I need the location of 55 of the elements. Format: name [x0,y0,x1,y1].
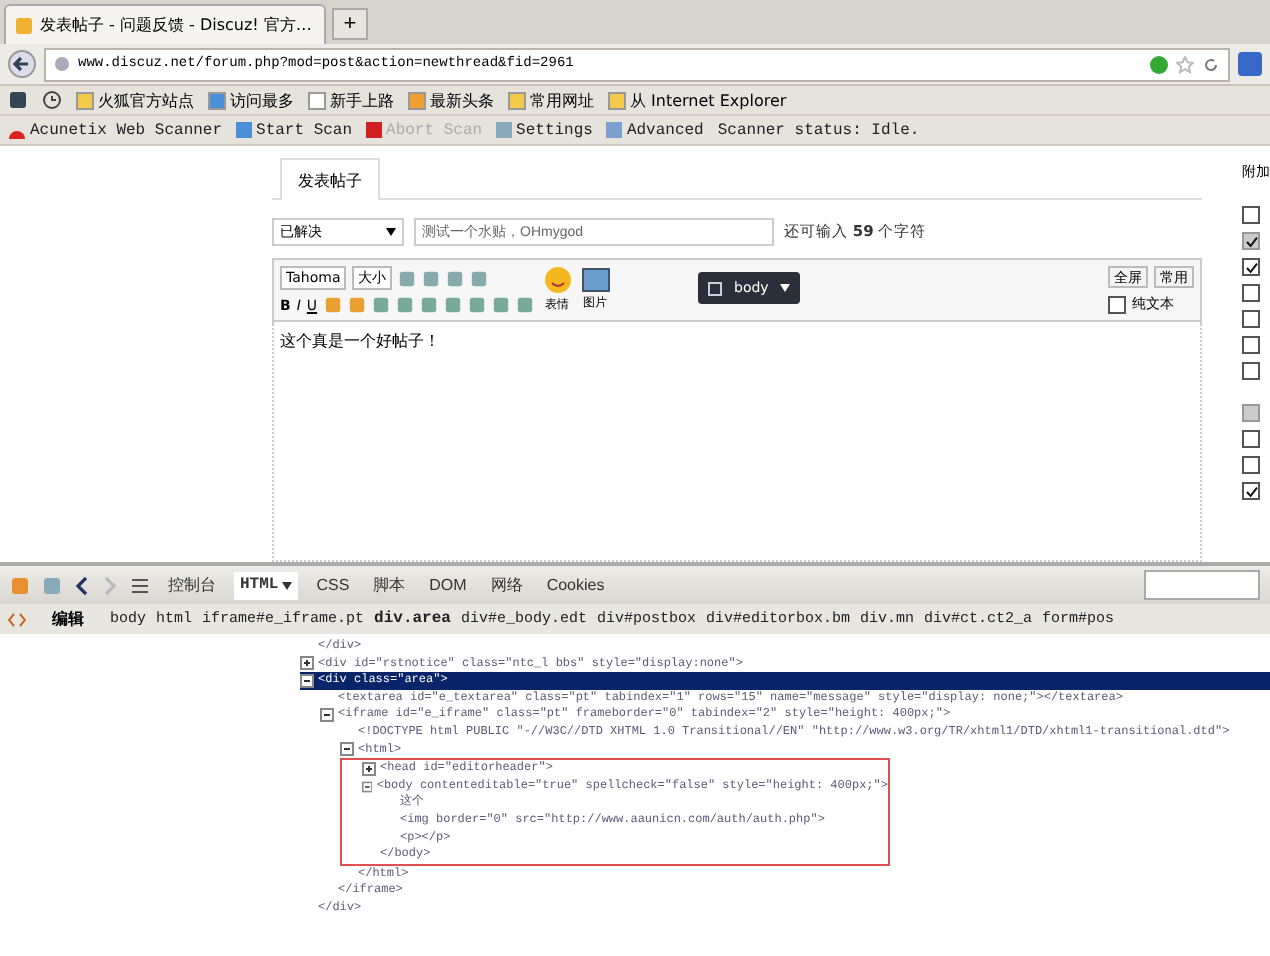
code-icon[interactable] [8,611,26,627]
bookmark-item[interactable]: 从 Internet Explorer [608,89,787,111]
collapse-icon[interactable] [320,708,334,723]
breadcrumb-item[interactable]: div.area [374,610,451,628]
devtools-tab[interactable]: CSS [310,571,356,599]
option-checkbox[interactable] [1242,336,1260,354]
bookmark-item[interactable]: 最新头条 [408,89,494,111]
checkmark-icon [1245,261,1257,273]
scanner-button[interactable]: Settings [496,121,593,139]
search-field[interactable] [1144,570,1260,600]
collapse-icon[interactable] [362,779,373,794]
clock-icon[interactable] [42,90,62,110]
edit-button[interactable]: 编辑 [36,608,100,630]
collapse-icon[interactable] [300,673,314,688]
back-icon[interactable] [74,575,90,595]
option-checkbox[interactable] [1242,310,1260,328]
devtools-tab[interactable]: 网络 [484,571,529,599]
bookmark-item[interactable]: 火狐官方站点 [76,89,194,111]
devtools-tab[interactable]: DOM [423,571,473,599]
browser-tab[interactable]: 发表帖子 - 问题反馈 - Discuz! 官方… [4,4,326,44]
collapse-icon[interactable] [340,742,354,757]
reload-icon[interactable] [1202,55,1220,73]
bookmark-item[interactable]: 常用网址 [508,89,594,111]
caret-icon [780,284,791,292]
checkmark-icon [1245,235,1257,247]
scanner-name: Acunetix Web Scanner [8,121,223,139]
back-icon[interactable] [8,50,36,78]
editor-body[interactable]: 这个真是一个好帖子！ [272,322,1202,562]
scanner-status: Scanner status: Idle. [717,121,920,139]
devtools-tab[interactable]: 脚本 [367,571,412,599]
option-checkbox[interactable] [1242,206,1260,224]
option-checkbox[interactable] [1242,362,1260,380]
devtools-tab[interactable]: HTML [234,571,299,599]
scanner-button[interactable]: Start Scan [236,121,353,139]
option-checkbox[interactable] [1242,482,1260,500]
new-tab-button[interactable]: + [331,8,368,40]
plain-text-checkbox[interactable] [1108,295,1126,313]
expand-icon[interactable] [362,761,376,776]
caret-icon [386,228,396,236]
smiley-icon [543,266,572,294]
checkmark-icon [1245,485,1257,497]
bookmark-item[interactable]: 访问最多 [208,89,294,111]
menu-icon[interactable] [130,575,150,595]
star-icon[interactable] [1176,55,1194,73]
caret-icon [282,581,293,589]
option-checkbox[interactable] [1242,430,1260,448]
editor-tab[interactable]: 发表帖子 [280,158,380,200]
devtools-tab[interactable]: 控制台 [162,571,222,599]
option-checkbox[interactable] [1242,456,1260,474]
option-checkbox[interactable] [1242,284,1260,302]
bookmark-item[interactable]: 新手上路 [308,89,394,111]
devtools-tab[interactable]: Cookies [540,571,611,599]
option-checkbox[interactable] [1242,258,1260,276]
expand-icon[interactable] [300,656,314,671]
scanner-button[interactable]: Advanced [606,121,704,139]
